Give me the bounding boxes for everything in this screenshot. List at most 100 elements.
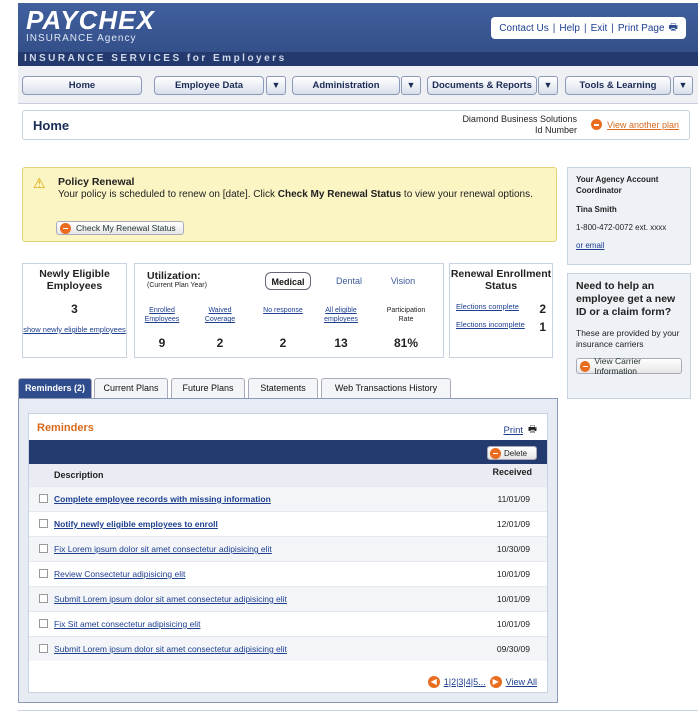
reminder-link[interactable]: Review Consectetur adipisicing elit [54,569,185,579]
row-checkbox[interactable] [39,494,48,503]
tab-vision[interactable]: Vision [381,272,425,290]
prev-page-icon[interactable]: ◀ [427,676,440,688]
nav-home[interactable]: Home [22,76,142,95]
utilization-box: Utilization: (Current Plan Year) Medical… [134,263,444,358]
help-link[interactable]: Help [559,23,580,34]
footer-divider [18,710,698,711]
next-page-icon[interactable]: ▶ [489,676,502,688]
show-newly-eligible-link[interactable]: show newly eligible employees [23,325,126,334]
table-toolbar [29,440,547,464]
table-row: Fix Lorem ipsum dolor sit amet consectet… [29,536,547,561]
reminder-link[interactable]: Submit Lorem ipsum dolor sit amet consec… [54,644,287,654]
row-checkbox[interactable] [39,569,48,578]
received-date: 10/01/09 [496,594,530,604]
enrolled-employees-link[interactable]: Enrolled Employees [145,307,180,323]
page-header: Home Diamond Business Solutions Id Numbe… [22,110,690,140]
contact-us-link[interactable]: Contact Us [499,23,548,34]
check-renewal-status-button[interactable]: Check My Renewal Status [56,221,184,235]
coordinator-phone: 1-800-472-0072 ext. xxxx [576,223,667,232]
table-header: Description Received [29,464,547,486]
col-description[interactable]: Description [54,470,104,480]
header: PAYCHEX INSURANCE Agency Contact Us | Hel… [18,3,698,52]
elections-complete-link[interactable]: Elections complete [456,302,519,316]
participation-rate-value: 81% [393,336,419,350]
id-number-label: Id Number [534,125,577,135]
main-nav: Home Employee Data ▼ Administration ▼ Do… [18,66,698,104]
newly-eligible-title: Newly Eligible Employees [39,268,110,292]
exit-link[interactable]: Exit [591,23,608,34]
pagination: ◀ 1|2|3|4|5... ▶ View All [427,676,537,688]
utilization-subtitle: (Current Plan Year) [147,282,207,289]
company-info: Diamond Business Solutions Id Number [462,114,577,136]
print-page-link[interactable]: Print Page [618,23,665,34]
tab-dental[interactable]: Dental [327,272,371,290]
printer-icon[interactable]: 🖶 [669,20,678,37]
help-question: Need to help an employee get a new ID or… [576,280,676,318]
check-renewal-label: Check My Renewal Status [76,223,176,233]
row-checkbox[interactable] [39,544,48,553]
all-eligible-value: 13 [334,336,348,350]
policy-text-post: to view your renewal options. [401,189,533,200]
chevron-down-icon[interactable]: ▼ [538,76,558,95]
waived-value: 2 [216,336,224,350]
tab-future-plans[interactable]: Future Plans [171,378,245,398]
row-checkbox[interactable] [39,619,48,628]
print-control[interactable]: Print 🖶 [503,422,537,438]
reminder-link[interactable]: Complete employee records with missing i… [54,494,271,504]
tab-medical[interactable]: Medical [265,272,311,290]
elections-incomplete-link[interactable]: Elections incomplete [456,320,525,334]
delete-button[interactable]: Delete [487,446,537,460]
row-checkbox[interactable] [39,519,48,528]
reminder-link[interactable]: Notify newly eligible employees to enrol… [54,519,218,529]
page-title: Home [33,118,70,133]
newly-eligible-count: 3 [71,302,78,316]
elections-complete-value: 2 [539,302,546,316]
top-links: Contact Us | Help | Exit | Print Page 🖶 [491,17,686,39]
chevron-down-icon[interactable]: ▼ [266,76,286,95]
table-row: Complete employee records with missing i… [29,486,547,511]
received-date: 10/01/09 [496,569,530,579]
reminder-link[interactable]: Submit Lorem ipsum dolor sit amet consec… [54,594,287,604]
utilization-title: Utilization: [147,270,201,282]
elections-incomplete-value: 1 [539,320,546,334]
policy-renewal-alert: ⚠ Policy Renewal Your policy is schedule… [22,167,557,242]
tab-reminders[interactable]: Reminders (2) [18,378,92,398]
arrow-icon [60,222,71,234]
tab-current-plans[interactable]: Current Plans [94,378,168,398]
all-eligible-link[interactable]: All eligible employees [324,307,358,323]
col-received[interactable]: Received [492,467,532,477]
nav-tools-learning[interactable]: Tools & Learning [565,76,671,95]
received-date: 10/01/09 [496,619,530,629]
nav-employee-data[interactable]: Employee Data [154,76,264,95]
view-all-link[interactable]: View All [506,677,537,687]
tab-statements[interactable]: Statements [248,378,318,398]
policy-text-pre: Your policy is scheduled to renew on [da… [58,189,278,200]
page-numbers[interactable]: 1|2|3|4|5... [444,677,486,687]
view-carrier-info-button[interactable]: View Carrier Information [576,356,682,376]
table-row: Notify newly eligible employees to enrol… [29,511,547,536]
chevron-down-icon[interactable]: ▼ [673,76,693,95]
table-row: Submit Lorem ipsum dolor sit amet consec… [29,636,547,661]
print-link[interactable]: Print [503,425,523,436]
reminder-link[interactable]: Fix Sit amet consectetur adipisicing eli… [54,619,200,629]
no-response-link[interactable]: No response [263,307,303,314]
row-checkbox[interactable] [39,644,48,653]
policy-text: Your policy is scheduled to renew on [da… [58,189,538,201]
received-date: 09/30/09 [496,644,530,654]
nav-documents-reports[interactable]: Documents & Reports [427,76,537,95]
printer-icon[interactable]: 🖶 [528,422,537,438]
delete-icon [490,447,501,459]
waived-coverage-link[interactable]: Waived Coverage [205,307,235,323]
nav-administration[interactable]: Administration [292,76,400,95]
view-another-plan[interactable]: View another plan [591,119,679,130]
participation-rate-label: Participation Rate [386,307,426,323]
table-row: Review Consectetur adipisicing elit 10/01… [29,561,547,586]
view-another-plan-link[interactable]: View another plan [607,120,679,130]
row-checkbox[interactable] [39,594,48,603]
carrier-help-box: Need to help an employee get a new ID or… [567,273,691,399]
coordinator-email-link[interactable]: or email [576,241,604,250]
reminder-link[interactable]: Fix Lorem ipsum dolor sit amet consectet… [54,544,272,554]
tab-web-transactions[interactable]: Web Transactions History [321,378,451,398]
chevron-down-icon[interactable]: ▼ [401,76,421,95]
paychex-logo[interactable]: PAYCHEX INSURANCE Agency [26,7,155,44]
